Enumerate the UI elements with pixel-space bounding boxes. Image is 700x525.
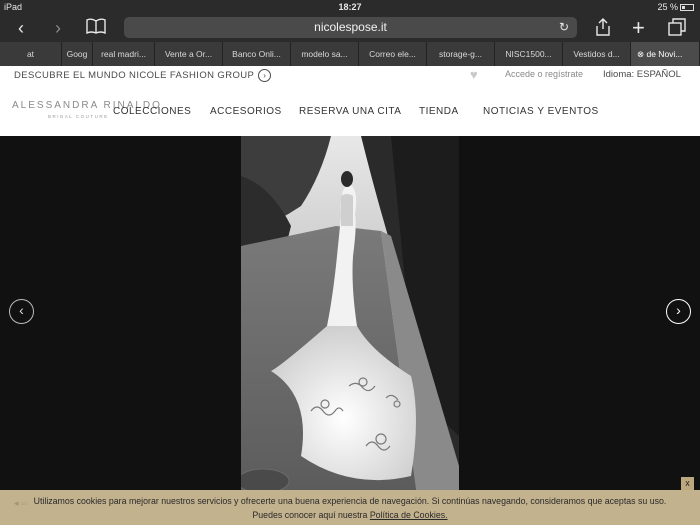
hero-carousel: ‹ › — [0, 136, 700, 490]
menu-tienda[interactable]: TIENDA — [419, 106, 459, 117]
tabs-icon[interactable] — [668, 18, 686, 40]
group-link-label: DESCUBRE EL MUNDO NICOLE FASHION GROUP — [14, 70, 255, 82]
browser-tab[interactable]: Banco Onli... — [223, 42, 291, 66]
active-browser-tab[interactable]: ⊗ de Novi... — [631, 42, 700, 66]
browser-tab[interactable]: Correo ele... — [359, 42, 427, 66]
cookie-banner: x ◂ ▫▫ Utilizamos cookies para mejorar n… — [0, 477, 700, 525]
group-link[interactable]: DESCUBRE EL MUNDO NICOLE FASHION GROUP › — [14, 69, 272, 82]
plus-icon[interactable]: + — [632, 17, 645, 39]
status-bar: iPad 18:27 25 % — [0, 0, 700, 14]
menu-noticias[interactable]: NOTICIAS Y EVENTOS — [483, 106, 599, 117]
menu-accesorios[interactable]: ACCESORIOS — [210, 106, 282, 117]
wedding-dress-photo — [241, 136, 459, 490]
browser-tab[interactable]: modelo sa... — [291, 42, 359, 66]
url-text: nicolespose.it — [314, 20, 387, 34]
address-bar[interactable]: nicolespose.it ↻ — [124, 17, 577, 38]
cookie-text-line2: Puedes conocer aquí nuestra Política de … — [0, 510, 700, 520]
share-icon[interactable] — [596, 18, 610, 40]
reload-icon[interactable]: ↻ — [559, 17, 569, 38]
cookie-prefix: Puedes conocer aquí nuestra — [252, 510, 368, 520]
browser-tab[interactable]: real madri... — [93, 42, 155, 66]
browser-toolbar: ‹ › nicolespose.it ↻ + — [0, 14, 700, 42]
browser-tab[interactable]: Goog — [62, 42, 93, 66]
book-icon[interactable] — [86, 18, 106, 40]
site-header: DESCUBRE EL MUNDO NICOLE FASHION GROUP › … — [0, 66, 700, 136]
clock: 18:27 — [338, 2, 362, 12]
arrow-right-circle-icon[interactable]: › — [666, 299, 691, 324]
arrow-right-icon: › — [258, 69, 272, 82]
battery-indicator: 25 % — [657, 2, 694, 12]
brand-tagline: BRIDAL COUTURE — [48, 114, 109, 119]
browser-tab[interactable]: NISC1500... — [495, 42, 563, 66]
menu-colecciones[interactable]: COLECCIONES — [113, 106, 191, 117]
cookie-text: Utilizamos cookies para mejorar nuestros… — [33, 496, 667, 506]
battery-percent: 25 % — [657, 2, 678, 12]
browser-tab[interactable]: storage-g... — [427, 42, 495, 66]
chevron-right-icon[interactable]: › — [55, 18, 61, 38]
close-icon[interactable]: x — [681, 477, 694, 490]
battery-icon — [680, 4, 694, 12]
login-link[interactable]: Accede o regístrate — [505, 69, 583, 79]
browser-tab[interactable]: Vestidos d... — [563, 42, 631, 66]
cookie-policy-link[interactable]: Política de Cookies. — [370, 510, 448, 520]
browser-tab[interactable]: at — [0, 42, 62, 66]
menu-reserva[interactable]: RESERVA UNA CITA — [299, 106, 401, 117]
arrow-left-circle-icon[interactable]: ‹ — [9, 299, 34, 324]
heart-icon[interactable]: ♥ — [470, 67, 478, 82]
active-tab-label: de Novi... — [646, 49, 683, 59]
browser-tab[interactable]: Vente a Or... — [155, 42, 223, 66]
language-selector[interactable]: Idioma: ESPAÑOL — [603, 69, 681, 80]
chevron-left-icon[interactable]: ‹ — [18, 18, 24, 38]
tab-strip: at Goog real madri... Vente a Or... Banc… — [0, 42, 700, 66]
